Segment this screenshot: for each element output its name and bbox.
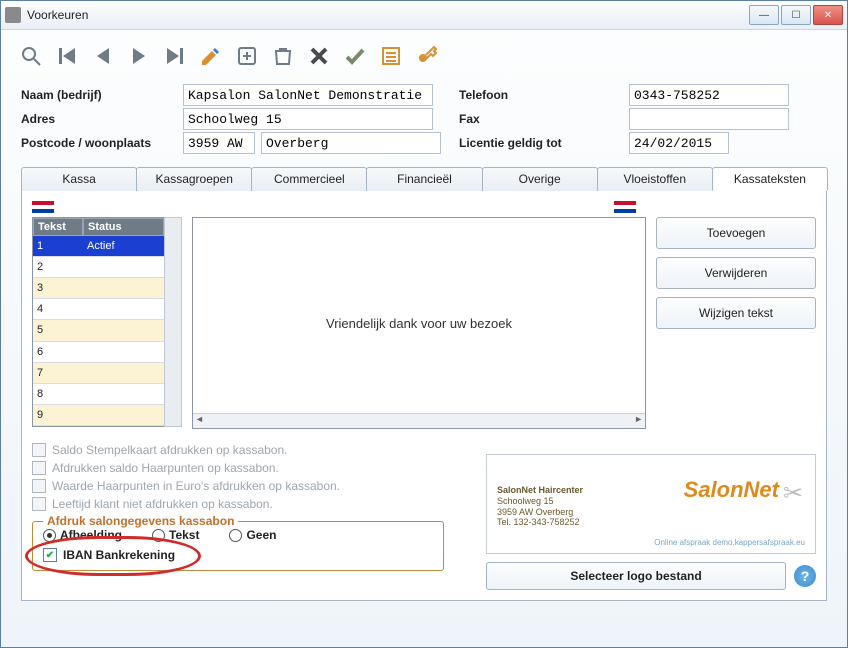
- table-row[interactable]: 4: [33, 299, 164, 320]
- ok-icon[interactable]: [339, 40, 371, 72]
- logo-brand: SalonNet: [684, 477, 779, 503]
- phone-label: Telefoon: [459, 88, 629, 102]
- header-form: Naam (bedrijf) Adres Postcode / woonplaa…: [1, 82, 847, 162]
- flag-nl-left[interactable]: [32, 201, 54, 213]
- preview-text: Vriendelijk dank voor uw bezoek: [326, 316, 512, 331]
- tab-content: Tekst Status 1Actief 2 3 4 5 6 7 8 9: [21, 191, 827, 601]
- add-button[interactable]: Toevoegen: [656, 217, 816, 249]
- table-row[interactable]: 2: [33, 257, 164, 278]
- groupbox-legend: Afdruk salongegevens kassabon: [43, 514, 238, 528]
- table-row[interactable]: 9: [33, 405, 164, 426]
- window-buttons: — ☐ ✕: [749, 5, 843, 25]
- flag-nl-right[interactable]: [614, 201, 636, 213]
- address-input[interactable]: [183, 108, 433, 130]
- delete-icon[interactable]: [267, 40, 299, 72]
- checkbox-icon: [32, 497, 46, 511]
- edit-icon[interactable]: [195, 40, 227, 72]
- minimize-button[interactable]: —: [749, 5, 779, 25]
- toolbar: [1, 30, 847, 82]
- search-icon[interactable]: [15, 40, 47, 72]
- company-name-input[interactable]: [183, 84, 433, 106]
- logo-line4: Tel. 132-343-758252: [497, 517, 805, 528]
- logo-sub: Online afspraak demo.kappersafspraak.eu: [654, 538, 805, 547]
- new-icon[interactable]: [231, 40, 263, 72]
- titlebar: Voorkeuren — ☐ ✕: [1, 1, 847, 30]
- table-row[interactable]: 1Actief: [33, 236, 164, 257]
- maximize-button[interactable]: ☐: [781, 5, 811, 25]
- text-grid[interactable]: Tekst Status 1Actief 2 3 4 5 6 7 8 9: [32, 217, 165, 427]
- col-tekst[interactable]: Tekst: [33, 218, 83, 236]
- scissors-icon: ✂: [783, 479, 809, 505]
- table-row[interactable]: 8: [33, 384, 164, 405]
- checkbox-icon: [32, 479, 46, 493]
- prev-record-icon[interactable]: [87, 40, 119, 72]
- table-row[interactable]: 7: [33, 363, 164, 384]
- checkbox-icon: [32, 461, 46, 475]
- preferences-window: Voorkeuren — ☐ ✕ Naam (bedrijf): [0, 0, 848, 648]
- table-row[interactable]: 3: [33, 278, 164, 299]
- next-record-icon[interactable]: [123, 40, 155, 72]
- table-row[interactable]: 6: [33, 342, 164, 363]
- last-record-icon[interactable]: [159, 40, 191, 72]
- tab-kassagroepen[interactable]: Kassagroepen: [136, 167, 252, 191]
- fax-input[interactable]: [629, 108, 789, 130]
- preview-scrollbar[interactable]: ◄►: [193, 413, 645, 428]
- language-flags: [32, 201, 816, 213]
- company-name-label: Naam (bedrijf): [21, 88, 183, 102]
- salon-data-groupbox: Afdruk salongegevens kassabon Afbeelding…: [32, 521, 444, 571]
- radio-icon: [229, 529, 242, 542]
- first-record-icon[interactable]: [51, 40, 83, 72]
- checkbox-icon: [32, 443, 46, 457]
- highlight-circle: [25, 536, 201, 576]
- col-status[interactable]: Status: [83, 218, 164, 236]
- tab-financieel[interactable]: Financieël: [366, 167, 482, 191]
- city-input[interactable]: [261, 132, 441, 154]
- delete-button[interactable]: Verwijderen: [656, 257, 816, 289]
- postcode-input[interactable]: [183, 132, 255, 154]
- address-label: Adres: [21, 112, 183, 126]
- key-icon[interactable]: [411, 40, 443, 72]
- list-icon[interactable]: [375, 40, 407, 72]
- postcode-label: Postcode / woonplaats: [21, 136, 183, 150]
- table-row[interactable]: 5: [33, 320, 164, 341]
- fax-label: Fax: [459, 112, 629, 126]
- window-title: Voorkeuren: [27, 8, 749, 22]
- cancel-icon[interactable]: [303, 40, 335, 72]
- help-button[interactable]: ?: [794, 565, 816, 587]
- receipt-text-preview: Vriendelijk dank voor uw bezoek ◄►: [192, 217, 646, 429]
- license-label: Licentie geldig tot: [459, 136, 629, 150]
- close-button[interactable]: ✕: [813, 5, 843, 25]
- radio-geen[interactable]: Geen: [229, 528, 276, 542]
- select-logo-button[interactable]: Selecteer logo bestand: [486, 562, 786, 590]
- grid-scrollbar[interactable]: [164, 217, 182, 427]
- text-grid-wrap: Tekst Status 1Actief 2 3 4 5 6 7 8 9: [32, 217, 182, 427]
- tabstrip: Kassa Kassagroepen Commercieel Financieë…: [21, 166, 827, 191]
- logo-section: SalonNet Haircenter Schoolweg 15 3959 AW…: [486, 454, 816, 590]
- tab-commercieel[interactable]: Commercieel: [251, 167, 367, 191]
- logo-preview: SalonNet Haircenter Schoolweg 15 3959 AW…: [486, 454, 816, 554]
- tab-kassa[interactable]: Kassa: [21, 167, 137, 191]
- tab-kassateksten[interactable]: Kassateksten: [712, 167, 828, 191]
- logo-line3: 3959 AW Overberg: [497, 507, 805, 518]
- side-button-group: Toevoegen Verwijderen Wijzigen tekst: [656, 217, 816, 429]
- app-icon: [5, 7, 21, 23]
- phone-input[interactable]: [629, 84, 789, 106]
- tab-overige[interactable]: Overige: [482, 167, 598, 191]
- license-input[interactable]: [629, 132, 729, 154]
- edit-text-button[interactable]: Wijzigen tekst: [656, 297, 816, 329]
- tab-vloeistoffen[interactable]: Vloeistoffen: [597, 167, 713, 191]
